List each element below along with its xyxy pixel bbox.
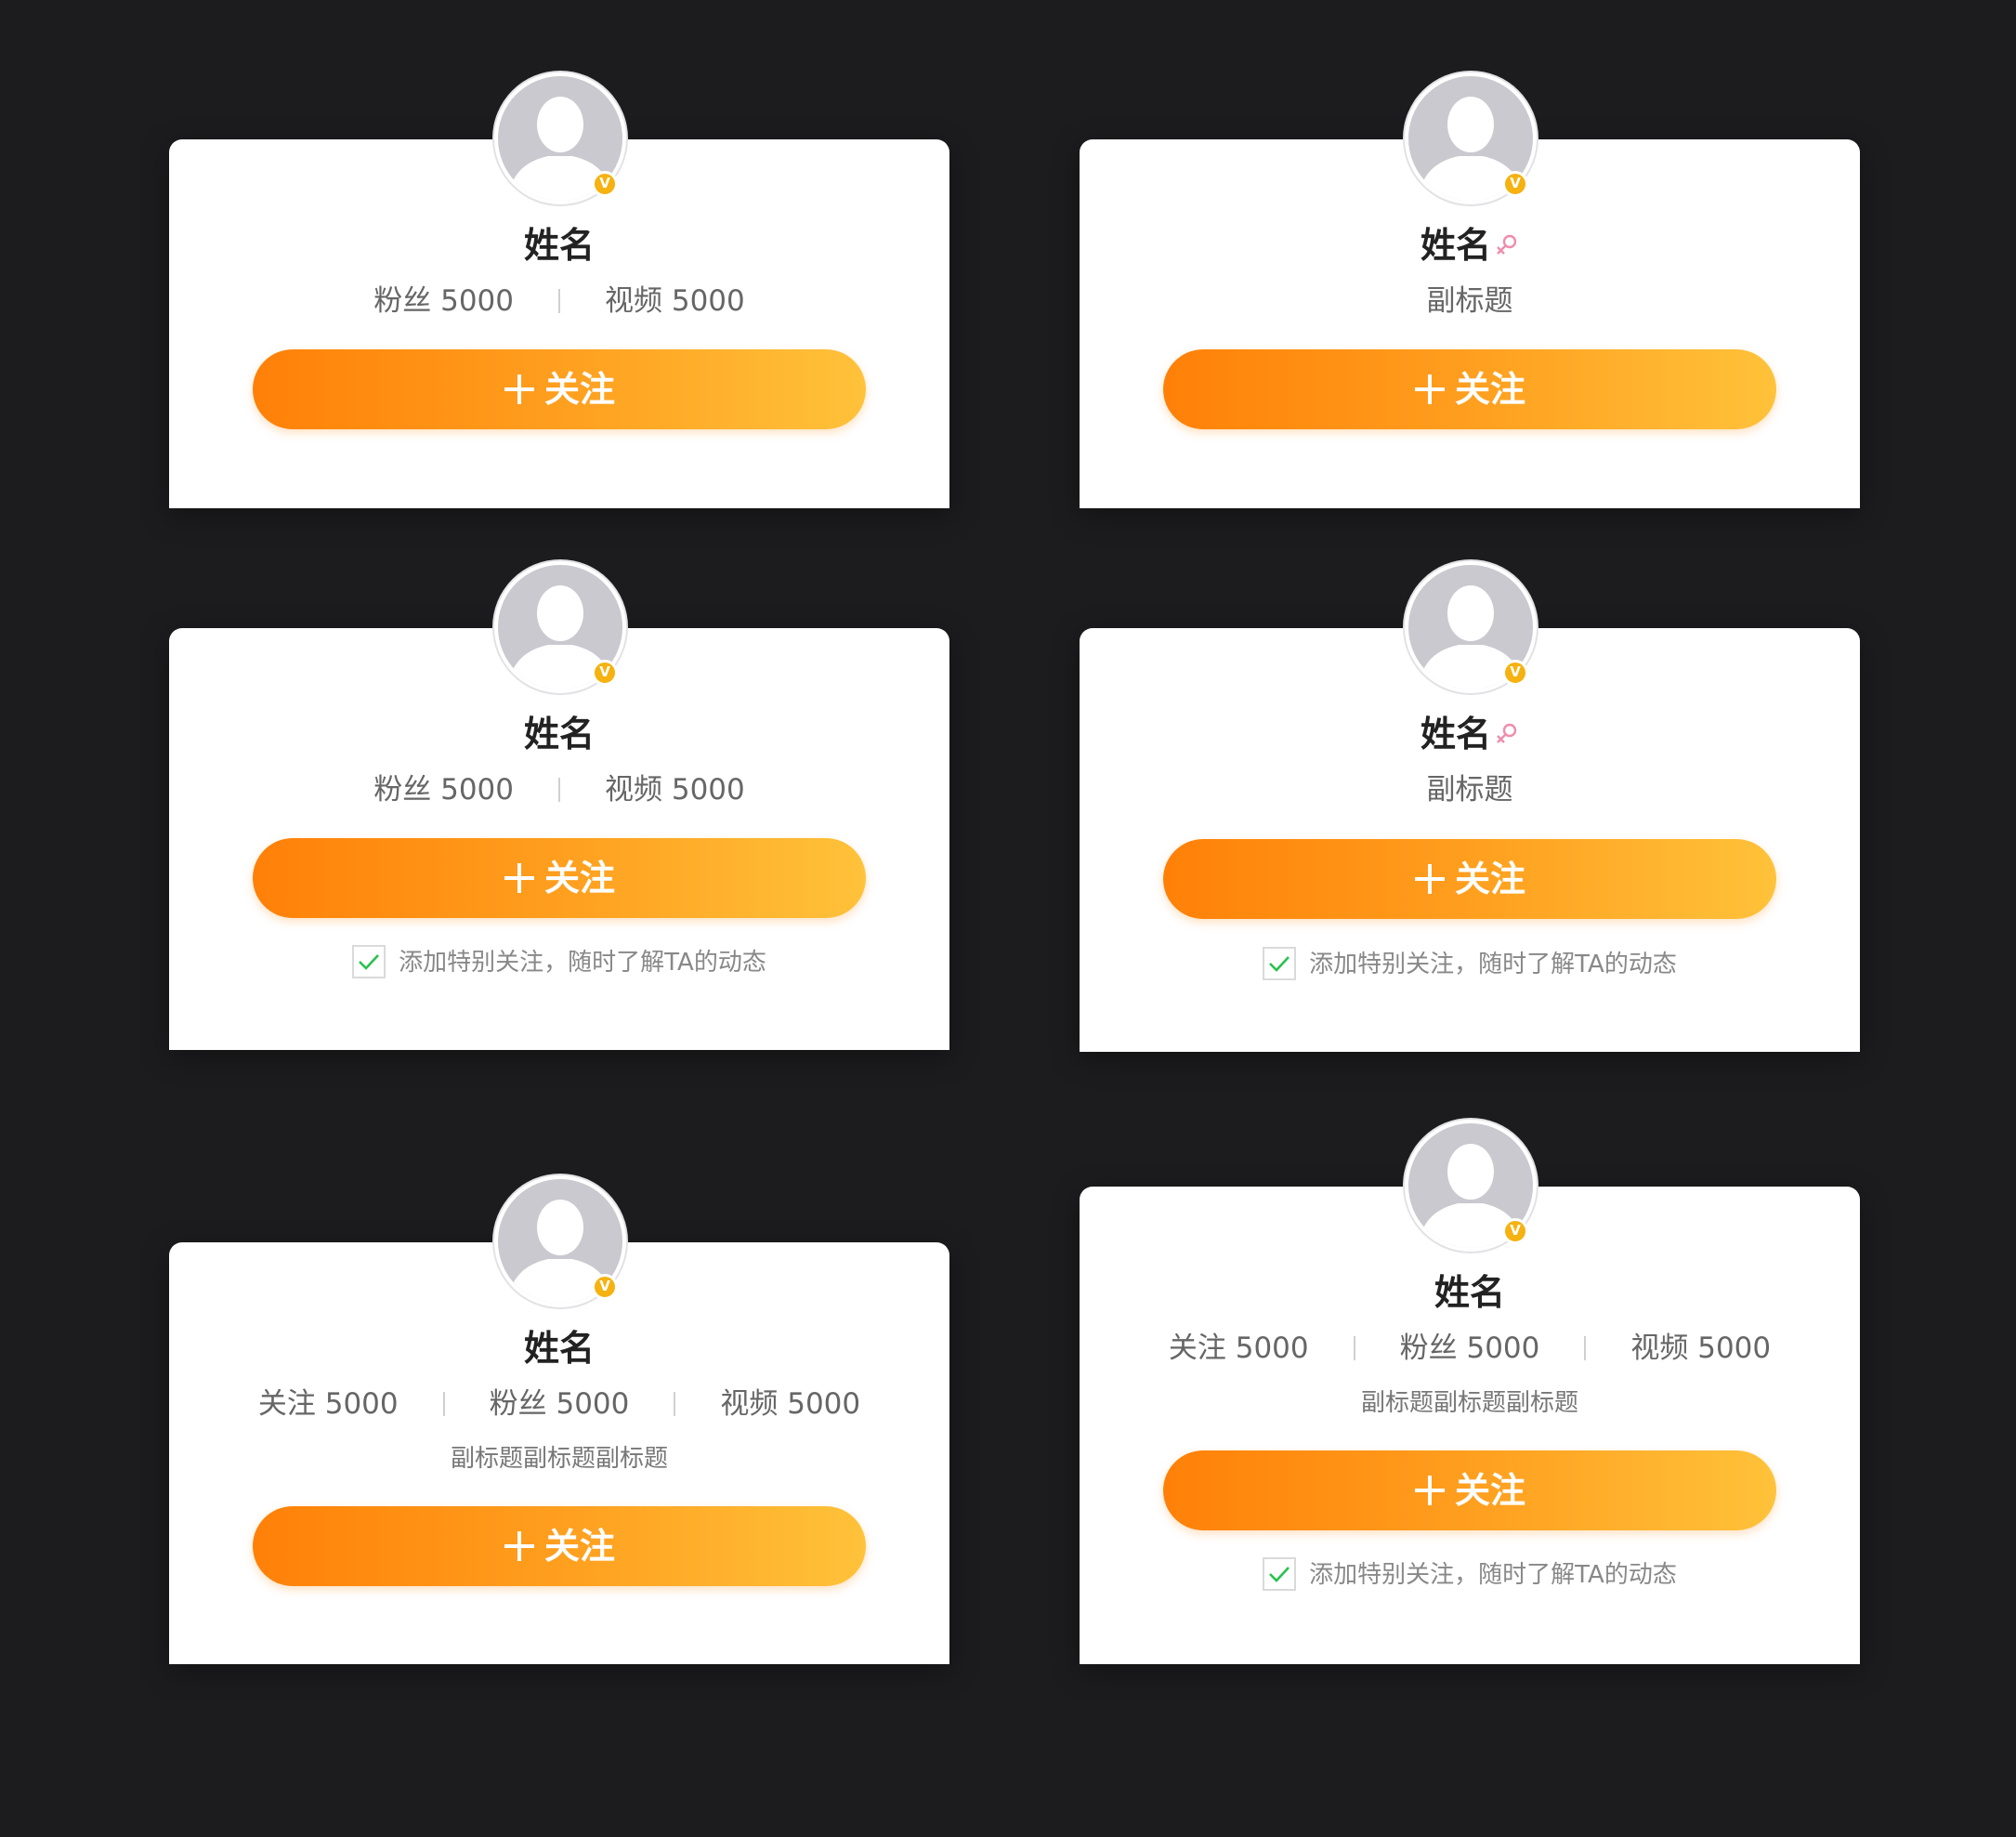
plus-icon	[504, 1530, 534, 1561]
user-stats: 关注 5000 粉丝 5000 视频 5000	[1080, 1330, 1860, 1367]
user-card-1: V 姓名 粉丝 5000 视频 5000 关注	[169, 72, 949, 508]
follow-button[interactable]: 关注	[253, 349, 866, 429]
user-stats: 粉丝 5000 视频 5000	[169, 771, 949, 808]
stat-divider	[674, 1391, 676, 1416]
verified-badge-icon: V	[592, 1274, 618, 1300]
checkmark-icon	[1269, 955, 1290, 972]
follow-button[interactable]: 关注	[1163, 839, 1776, 919]
special-follow-label: 添加特别关注，随时了解TA的动态	[1309, 1561, 1677, 1589]
stat-divider	[1584, 1335, 1587, 1360]
plus-icon	[1414, 863, 1445, 894]
user-subtitle: 副标题副标题副标题	[450, 1445, 668, 1473]
special-follow-checkbox[interactable]	[352, 944, 386, 978]
plus-icon	[1414, 1475, 1445, 1505]
stat-videos: 视频 5000	[605, 284, 745, 318]
user-stats: 关注 5000 粉丝 5000 视频 5000	[169, 1385, 949, 1423]
stat-divider	[558, 777, 560, 802]
stat-divider	[442, 1391, 445, 1416]
female-icon	[1497, 234, 1517, 255]
special-follow-option: 添加特别关注，随时了解TA的动态	[1080, 946, 1860, 983]
stat-divider	[1353, 1335, 1355, 1360]
user-stats: 粉丝 5000 视频 5000	[169, 282, 949, 320]
special-follow-label: 添加特别关注，随时了解TA的动态	[1309, 951, 1677, 978]
plus-icon	[504, 862, 534, 893]
verified-badge-icon: V	[592, 171, 618, 197]
follow-label: 关注	[1454, 859, 1525, 899]
verified-badge-icon: V	[1502, 1218, 1528, 1244]
verified-badge-icon: V	[1502, 660, 1528, 686]
follow-button[interactable]: 关注	[253, 1506, 866, 1586]
user-card-4: V 姓名 副标题 关注 添加特别关注，随时了解TA的动态	[1080, 561, 1860, 1052]
stat-videos: 视频 5000	[1630, 1332, 1772, 1365]
special-follow-label: 添加特别关注，随时了解TA的动态	[399, 949, 766, 977]
user-card-5: V 姓名 关注 5000 粉丝 5000 视频 5000 副标题副标题副标题 关注	[169, 1175, 949, 1664]
checkmark-icon	[359, 953, 380, 970]
stat-fans: 粉丝 5000	[1399, 1332, 1540, 1365]
user-name: 姓名	[523, 714, 595, 754]
plus-icon	[1414, 374, 1445, 404]
stat-fans: 粉丝 5000	[373, 773, 514, 807]
follow-label: 关注	[543, 1526, 615, 1567]
user-name: 姓名	[1433, 1272, 1505, 1313]
user-card-6: V 姓名 关注 5000 粉丝 5000 视频 5000 副标题副标题副标题 关注 …	[1080, 1120, 1860, 1664]
plus-icon	[504, 374, 534, 404]
user-name: 姓名	[1080, 712, 1860, 756]
user-name: 姓名	[1080, 223, 1860, 268]
stat-fans: 粉丝 5000	[373, 284, 514, 318]
user-subtitle: 副标题副标题副标题	[1360, 1389, 1578, 1417]
stat-fans: 粉丝 5000	[489, 1387, 630, 1421]
stat-following: 关注 5000	[1168, 1332, 1309, 1365]
follow-button[interactable]: 关注	[253, 838, 866, 918]
follow-label: 关注	[1454, 369, 1525, 410]
follow-label: 关注	[543, 858, 615, 899]
special-follow-option: 添加特别关注，随时了解TA的动态	[1080, 1556, 1860, 1594]
special-follow-option: 添加特别关注，随时了解TA的动态	[169, 944, 949, 981]
follow-label: 关注	[543, 369, 615, 410]
user-name: 姓名	[523, 1328, 595, 1369]
user-name: 姓名	[523, 225, 595, 266]
stat-divider	[558, 288, 560, 313]
stat-videos: 视频 5000	[720, 1387, 861, 1421]
user-card-3: V 姓名 粉丝 5000 视频 5000 关注 添加特别关注，随时了解TA的动态	[169, 561, 949, 1050]
special-follow-checkbox[interactable]	[1263, 946, 1297, 980]
follow-button[interactable]: 关注	[1163, 349, 1776, 429]
user-card-2: V 姓名 副标题 关注	[1080, 72, 1860, 508]
verified-badge-icon: V	[1502, 171, 1528, 197]
user-subtitle: 副标题	[1426, 773, 1513, 807]
special-follow-checkbox[interactable]	[1263, 1556, 1297, 1591]
checkmark-icon	[1269, 1566, 1290, 1582]
follow-button[interactable]: 关注	[1163, 1450, 1776, 1530]
stat-videos: 视频 5000	[605, 773, 745, 807]
female-icon	[1497, 723, 1517, 743]
stat-following: 关注 5000	[257, 1387, 399, 1421]
verified-badge-icon: V	[592, 660, 618, 686]
follow-label: 关注	[1454, 1470, 1525, 1511]
user-subtitle: 副标题	[1426, 284, 1513, 318]
